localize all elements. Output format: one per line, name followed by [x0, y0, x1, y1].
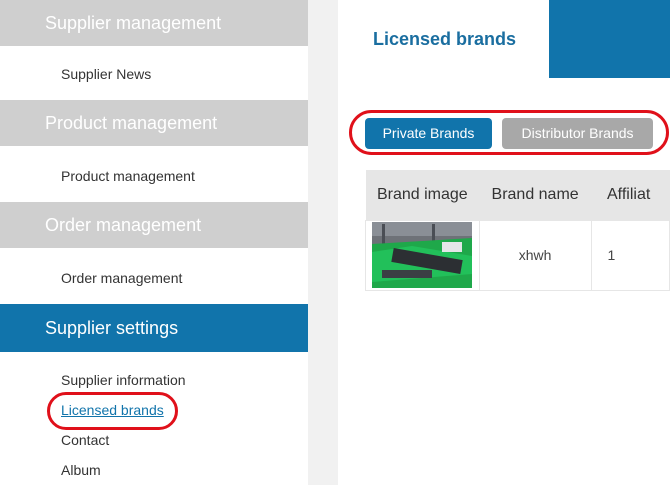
- sidebar-section-product-management[interactable]: Product management: [0, 100, 308, 146]
- sidebar-item-supplier-news[interactable]: Supplier News: [61, 65, 151, 83]
- table-header-row: Brand image Brand name Affiliat: [365, 170, 670, 220]
- column-header-affiliation: Affiliat: [591, 170, 670, 220]
- sidebar-item-supplier-information[interactable]: Supplier information: [61, 371, 186, 389]
- sidebar-section-order-management[interactable]: Order management: [0, 202, 308, 248]
- gutter: [308, 0, 338, 485]
- column-header-brand-name: Brand name: [479, 170, 591, 220]
- sidebar-item-album[interactable]: Album: [61, 461, 101, 479]
- affiliation-cell: 1: [590, 219, 670, 291]
- sidebar-section-supplier-management[interactable]: Supplier management: [0, 0, 308, 46]
- sidebar-item-contact[interactable]: Contact: [61, 431, 109, 449]
- header-accent-block: [549, 0, 670, 78]
- brand-image[interactable]: [372, 222, 473, 288]
- sidebar-section-supplier-settings[interactable]: Supplier settings: [0, 304, 308, 352]
- table-row: xhwh 1: [365, 219, 670, 291]
- brands-table: Brand image Brand name Affiliat xhwh 1: [365, 170, 670, 291]
- highlight-oval-licensed-brands: [47, 392, 178, 430]
- sidebar: Supplier management Supplier News Produc…: [0, 0, 308, 485]
- sidebar-item-order-management[interactable]: Order management: [61, 269, 182, 287]
- brand-name-cell: xhwh: [478, 219, 592, 291]
- highlight-oval-buttons: [349, 110, 669, 155]
- page-title: Licensed brands: [373, 29, 517, 49]
- main-content: Licensed brands Private Brands Distribut…: [338, 0, 670, 485]
- sidebar-item-product-management[interactable]: Product management: [61, 167, 195, 185]
- brand-image-cell: [365, 219, 480, 291]
- column-header-brand-image: Brand image: [365, 170, 480, 220]
